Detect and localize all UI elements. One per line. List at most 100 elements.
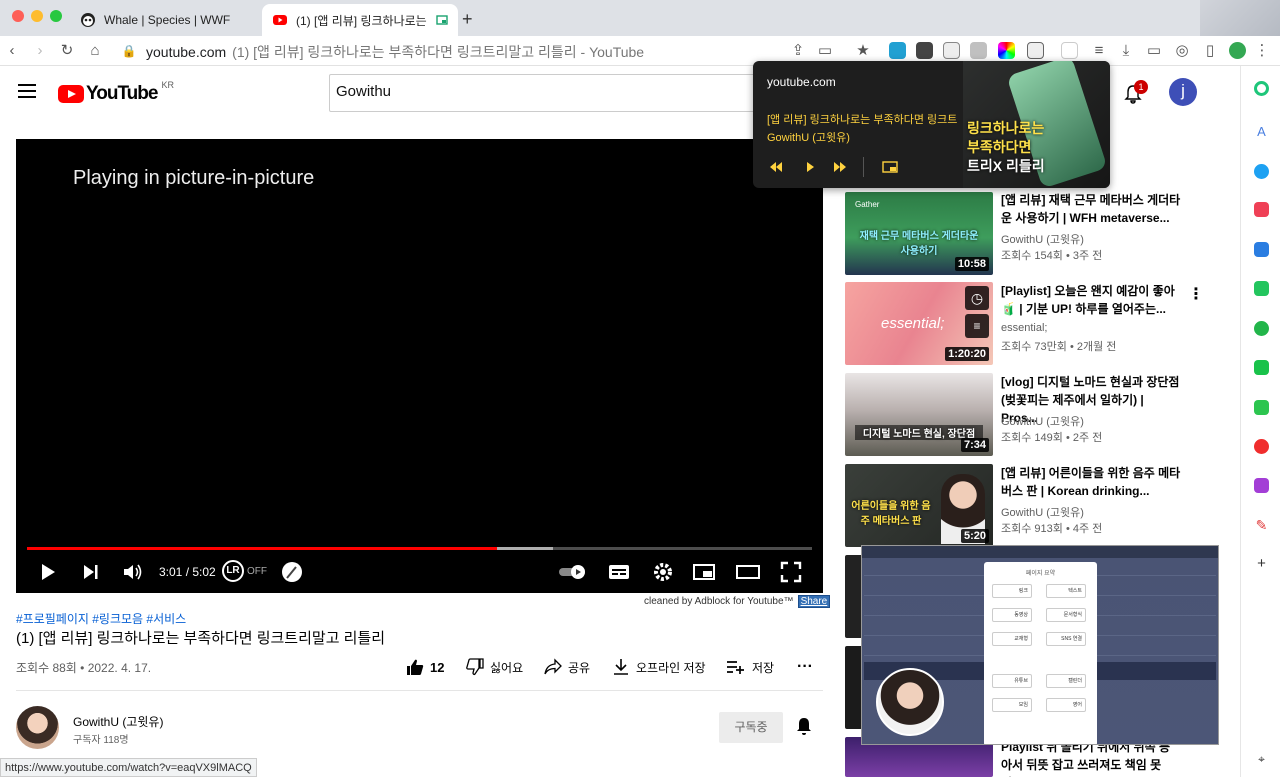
search-input[interactable]: Gowithu: [329, 74, 759, 112]
adblock-share-link[interactable]: Share: [797, 595, 831, 608]
popup-thumb-text: 링크하나로는 부족하다면 트리X 리들리: [967, 119, 1045, 176]
miniplayer-icon[interactable]: [693, 560, 715, 584]
youtube-logo[interactable]: YouTube KR: [58, 80, 174, 105]
minimize-window-button[interactable]: [31, 10, 43, 22]
watch-later-icon[interactable]: ◷: [965, 286, 989, 310]
calendar-icon[interactable]: [1254, 242, 1269, 257]
download-button[interactable]: 오프라인 저장: [612, 658, 706, 676]
popup-play-icon[interactable]: [805, 161, 815, 173]
related-channel[interactable]: GowithU (고윗유): [1001, 504, 1084, 520]
rewind-icon[interactable]: [769, 161, 783, 173]
extension-icon[interactable]: [943, 42, 960, 59]
related-thumbnail[interactable]: 어른이들을 위한 음주 메타버스 판 5:20: [845, 464, 993, 547]
sidebar-toggle-icon[interactable]: ▯: [1200, 41, 1220, 61]
popup-video-title[interactable]: [앱 리뷰] 링크하나로는 부족하다면 링크트...: [767, 111, 957, 127]
window-decoration: [1200, 0, 1280, 36]
avatar[interactable]: j: [1169, 78, 1197, 106]
reload-icon[interactable]: ↻: [57, 41, 77, 61]
tab-wwf[interactable]: Whale | Species | WWF: [70, 4, 260, 36]
dialog-item: 유튜브: [992, 674, 1032, 688]
music-icon[interactable]: [1254, 439, 1269, 454]
extension-icon[interactable]: [970, 42, 987, 59]
new-tab-button[interactable]: +: [462, 9, 473, 30]
channel-avatar[interactable]: [16, 706, 59, 749]
puzzle-icon[interactable]: [1027, 42, 1044, 59]
pip-toggle-icon[interactable]: [882, 161, 898, 173]
audio-icon[interactable]: [1254, 478, 1269, 493]
pen-icon[interactable]: ✎: [1254, 517, 1269, 533]
cast-icon[interactable]: ▭: [815, 41, 835, 61]
thumb-brand: Gather: [855, 200, 880, 209]
alert-icon[interactable]: [1254, 281, 1269, 296]
forward-icon[interactable]: ›: [30, 41, 50, 61]
dislike-button[interactable]: 싫어요: [466, 658, 523, 676]
extension-icon[interactable]: [998, 42, 1015, 59]
flag-icon[interactable]: [1061, 42, 1078, 59]
back-icon[interactable]: ‹: [2, 41, 22, 61]
more-options-icon[interactable]: ⋮: [1188, 284, 1204, 304]
extension-icon[interactable]: [916, 42, 933, 59]
settings-icon[interactable]: [652, 560, 674, 584]
next-icon[interactable]: [81, 560, 101, 584]
maximize-window-button[interactable]: [50, 10, 62, 22]
hashtags[interactable]: #프로필페이지 #링크모음 #서비스: [16, 610, 186, 627]
related-thumbnail[interactable]: 디지털 노마드 현실, 장단점 7:34: [845, 373, 993, 456]
favorites-icon[interactable]: ★: [853, 41, 873, 61]
pip-tab-icon[interactable]: [436, 14, 448, 26]
related-title[interactable]: [Playlist] 오늘은 왠지 예감이 좋아 🧃 | 기분 UP! 하루를 열…: [1001, 282, 1181, 318]
more-actions-icon[interactable]: ···: [797, 658, 813, 676]
translate-icon[interactable]: A: [1254, 124, 1269, 139]
square-app-icon[interactable]: [1254, 400, 1269, 415]
battery-icon[interactable]: ▭: [1144, 41, 1164, 61]
add-icon[interactable]: +: [1254, 556, 1269, 571]
autoplay-toggle[interactable]: [558, 560, 588, 584]
play-icon[interactable]: [38, 560, 58, 584]
related-thumbnail[interactable]: Gather 재택 근무 메타버스 게더타운 사용하기 10:58: [845, 192, 993, 275]
panda-icon: [81, 13, 95, 27]
close-window-button[interactable]: [12, 10, 24, 22]
playlist-icon[interactable]: ≡: [1089, 41, 1109, 61]
talk-icon[interactable]: [1254, 360, 1269, 375]
subscribed-button[interactable]: 구독중: [719, 712, 783, 743]
download-icon[interactable]: ⤓: [1116, 41, 1136, 61]
video-player[interactable]: Playing in picture-in-picture 3:01 / 5:0…: [16, 139, 823, 593]
theater-icon[interactable]: [736, 560, 760, 584]
pin-icon[interactable]: ⌖: [1254, 752, 1269, 767]
edge-icon[interactable]: [1254, 164, 1269, 179]
related-thumbnail[interactable]: essential; ◷ ≡ 1:20:20: [845, 282, 993, 365]
address-bar[interactable]: youtube.com (1) [앱 리뷰] 링크하나로는 부족하다면 링크트리말…: [122, 42, 644, 62]
share-button[interactable]: 공유: [544, 658, 590, 676]
save-button[interactable]: 저장: [726, 658, 774, 676]
app-icon[interactable]: [1254, 321, 1269, 336]
channel-name[interactable]: GowithU (고윗유): [73, 713, 163, 730]
share-icon[interactable]: ⇪: [788, 41, 808, 61]
related-title-line: 버스 판 | Korean drinking...: [1001, 484, 1150, 498]
dialog-item: 캘린더: [1046, 674, 1086, 688]
capture-icon[interactable]: ◎: [1172, 41, 1192, 61]
tab-youtube[interactable]: (1) [앱 리뷰] 링크하나로는 부족: [262, 4, 458, 36]
related-meta: 조회수 73만회 • 2개월 전: [1001, 341, 1117, 353]
home-icon[interactable]: ⌂: [85, 41, 105, 61]
fast-forward-icon[interactable]: [833, 161, 847, 173]
related-title[interactable]: [앱 리뷰] 어른이들을 위한 음주 메타 버스 판 | Korean drink…: [1001, 464, 1181, 500]
whale-space-icon[interactable]: [1254, 81, 1269, 96]
like-button[interactable]: 12: [406, 658, 444, 676]
pocket-icon[interactable]: [1254, 202, 1269, 217]
extension-icon[interactable]: [889, 42, 906, 59]
profile-icon[interactable]: [1229, 42, 1246, 59]
more-icon[interactable]: ⋮: [1252, 41, 1272, 61]
add-to-queue-icon[interactable]: ≡: [965, 314, 989, 338]
related-channel[interactable]: GowithU (고윗유): [1001, 413, 1084, 429]
subtitles-icon[interactable]: [608, 560, 630, 584]
volume-icon[interactable]: [122, 560, 144, 584]
feather-icon[interactable]: [281, 560, 303, 584]
fullscreen-icon[interactable]: [780, 560, 802, 584]
pip-window[interactable]: 페이지 요약 링크 텍스트 동영상 문서형식 교재형 SNS 연결 유튜브 캘린…: [861, 545, 1219, 745]
notification-bell-icon[interactable]: [795, 716, 813, 736]
related-channel[interactable]: essential;: [1001, 322, 1047, 334]
progress-bar[interactable]: [27, 547, 812, 550]
related-title[interactable]: [앱 리뷰] 재택 근무 메타버스 게더타 운 사용하기 | WFH metave…: [1001, 191, 1181, 227]
related-channel[interactable]: GowithU (고윗유): [1001, 231, 1084, 247]
lr-button[interactable]: LR: [222, 560, 244, 582]
menu-icon[interactable]: [18, 84, 36, 98]
